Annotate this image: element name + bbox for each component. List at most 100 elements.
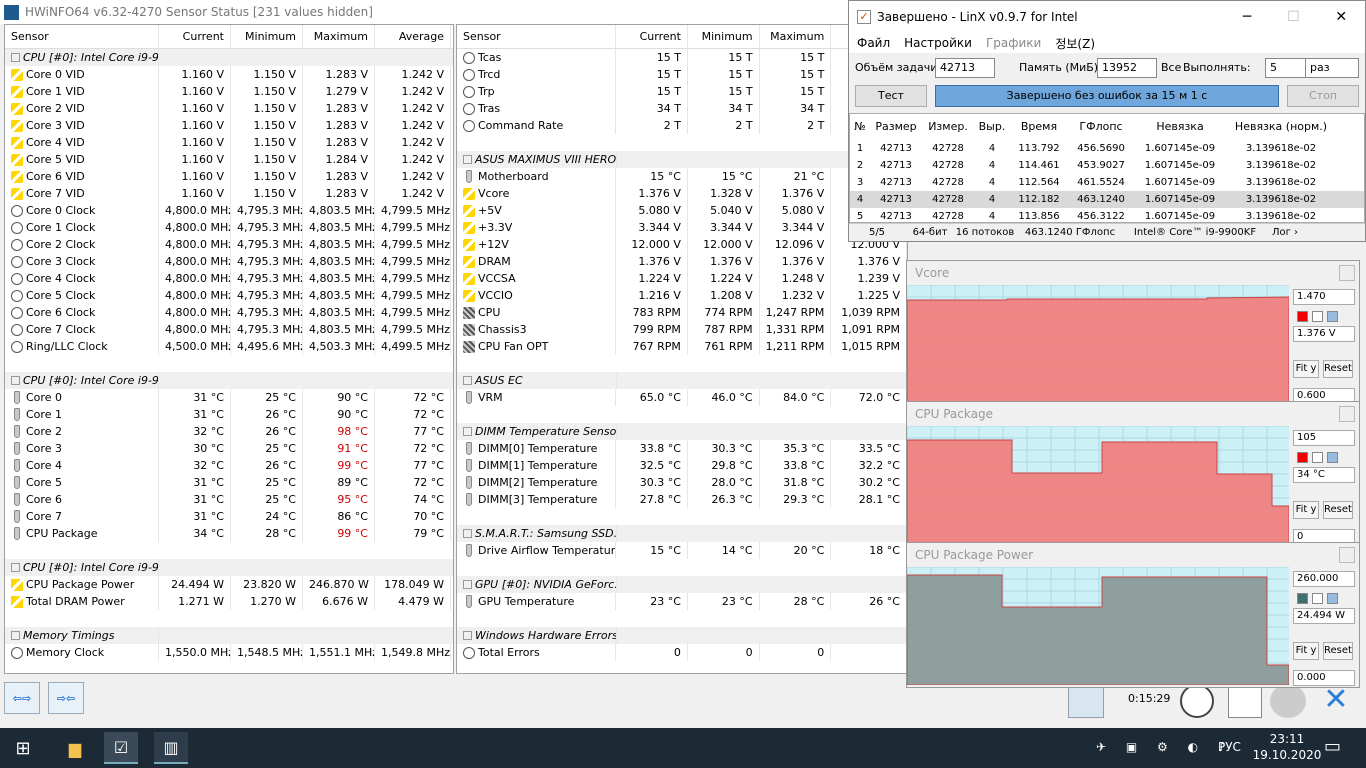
sensor-row[interactable]: +5V 5.080 V 5.040 V 5.080 V	[457, 202, 907, 219]
sensor-row[interactable]: Chassis3 799 RPM 787 RPM 1,331 RPM 1,091 RPM	[457, 321, 907, 338]
test-button[interactable]: Тест	[855, 85, 927, 107]
sensor-row[interactable]: DIMM[0] Temperature 33.8 °C 30.3 °C 35.3 °C…	[457, 440, 907, 457]
column-header-sensor[interactable]: Sensor	[457, 25, 617, 48]
menu-settings[interactable]: Настройки	[904, 36, 972, 50]
results-col-header[interactable]: Невязка (норм.)	[1226, 114, 1336, 140]
collapse-icon[interactable]	[11, 631, 20, 640]
color-swatch[interactable]	[1297, 593, 1308, 604]
graph-close-icon[interactable]	[1339, 406, 1355, 422]
column-header-sensor[interactable]: Sensor	[5, 25, 159, 48]
column-header-maximum[interactable]: Maximum	[760, 25, 832, 48]
reset-button[interactable]: Reset	[1323, 642, 1353, 660]
sensor-row[interactable]: CPU Package Power 24.494 W 23.820 W 246.870…	[5, 576, 453, 593]
sensor-row[interactable]: Core 3 Clock 4,800.0 MHz 4,795.3 MHz 4,803.…	[5, 253, 453, 270]
results-col-header[interactable]: №	[850, 114, 870, 140]
collapse-icon[interactable]	[463, 155, 472, 164]
clock-icon[interactable]	[1180, 684, 1214, 718]
linx-taskbar-icon[interactable]: ☑	[104, 732, 138, 764]
network-icon[interactable]	[1068, 684, 1104, 718]
sensor-row[interactable]: Vcore 1.376 V 1.328 V 1.376 V	[457, 185, 907, 202]
sensor-table-right[interactable]: SensorCurrentMinimumMaximumAverageTcas15…	[456, 24, 908, 674]
sensor-row[interactable]: Core 0 31 °C 25 °C 90 °C 72 °C	[5, 389, 453, 406]
all-memory-label[interactable]: Все	[1161, 61, 1181, 74]
sensor-row[interactable]: Core 5 VID 1.160 V 1.150 V 1.284 V 1.242 V	[5, 151, 453, 168]
sensor-row[interactable]: Core 1 31 °C 26 °C 90 °C 72 °C	[5, 406, 453, 423]
fit-y-button[interactable]: Fit y	[1293, 642, 1319, 660]
collapse-arrows-icon[interactable]: ⇨⇦	[48, 682, 84, 714]
tray-icons[interactable]: ✈ ▣ ⚙ ◐ ♪	[1096, 740, 1234, 754]
sensor-row[interactable]: Core 5 31 °C 25 °C 89 °C 72 °C	[5, 474, 453, 491]
sensor-row[interactable]: Tras 34 T 34 T 34 T	[457, 100, 907, 117]
column-header-minimum[interactable]: Minimum	[231, 25, 303, 48]
results-col-header[interactable]: Время	[1010, 114, 1068, 140]
sensor-row[interactable]: VRM 65.0 °C 46.0 °C 84.0 °C 72.0 °C	[457, 389, 907, 406]
sensor-group-header[interactable]: DIMM Temperature Sensor	[457, 423, 907, 440]
sensor-row[interactable]: DRAM 1.376 V 1.376 V 1.376 V 1.376 V	[457, 253, 907, 270]
reset-button[interactable]: Reset	[1323, 501, 1353, 519]
results-row[interactable]: 1 42713 42728 4 113.792 456.5690 1.607145e-09 3…	[850, 140, 1364, 157]
sensor-group-header[interactable]: ASUS EC	[457, 372, 907, 389]
column-header-current[interactable]: Current	[616, 25, 688, 48]
sensor-row[interactable]: Core 6 31 °C 25 °C 95 °C 74 °C	[5, 491, 453, 508]
minimize-icon[interactable]: ─	[1243, 9, 1251, 25]
expand-arrows-icon[interactable]: ⇦⇨	[4, 682, 40, 714]
close-icon[interactable]: ✕	[1318, 684, 1354, 718]
sensor-row[interactable]: Command Rate 2 T2 T2 T	[457, 117, 907, 134]
collapse-icon[interactable]	[463, 631, 472, 640]
sensor-group-header[interactable]: ASUS MAXIMUS VIII HERO...	[457, 151, 907, 168]
sensor-row[interactable]: Core 5 Clock 4,800.0 MHz 4,795.3 MHz 4,803.…	[5, 287, 453, 304]
results-col-header[interactable]: Выр.	[974, 114, 1010, 140]
results-table[interactable]: № Размер Измер. Выр. Время ГФлопс Невязка Невяз…	[849, 113, 1365, 223]
sensor-row[interactable]: Core 3 30 °C 25 °C 91 °C 72 °C	[5, 440, 453, 457]
clock-time[interactable]: 23:11	[1262, 732, 1312, 746]
fit-y-button[interactable]: Fit y	[1293, 501, 1319, 519]
sensor-row[interactable]: CPU Package 34 °C 28 °C 99 °C 79 °C	[5, 525, 453, 542]
results-row[interactable]: 4 42713 42728 4 112.182 463.1240 1.607145e-09 3…	[850, 191, 1364, 208]
collapse-icon[interactable]	[463, 580, 472, 589]
graph-min-value[interactable]: 0.000	[1293, 670, 1355, 686]
sensor-row[interactable]: +3.3V 3.344 V 3.344 V 3.344 V	[457, 219, 907, 236]
column-header-maximum[interactable]: Maximum	[303, 25, 375, 48]
results-col-header[interactable]: Размер	[870, 114, 922, 140]
sensor-row[interactable]: DIMM[2] Temperature 30.3 °C 28.0 °C 31.8 °C…	[457, 474, 907, 491]
sensor-row[interactable]: Trp 15 T 15 T 15 T	[457, 83, 907, 100]
column-header-average[interactable]: Average	[375, 25, 451, 48]
column-header-minimum[interactable]: Minimum	[688, 25, 760, 48]
color-swatch[interactable]	[1297, 311, 1308, 322]
hwinfo-taskbar-icon[interactable]: ▥	[154, 732, 188, 764]
sensor-row[interactable]: VCCSA 1.224 V 1.224 V 1.248 V 1.239 V	[457, 270, 907, 287]
sensor-row[interactable]: Core 4 Clock 4,800.0 MHz 4,795.3 MHz 4,803.…	[5, 270, 453, 287]
sensor-row[interactable]: Total DRAM Power 1.271 W 1.270 W 6.676 W 4.4…	[5, 593, 453, 610]
sensor-row[interactable]: Core 7 31 °C 24 °C 86 °C 70 °C	[5, 508, 453, 525]
clock-date[interactable]: 19.10.2020	[1250, 748, 1324, 762]
color-swatch[interactable]	[1312, 593, 1323, 604]
sensor-row[interactable]: DIMM[1] Temperature 32.5 °C 29.8 °C 33.8 °C…	[457, 457, 907, 474]
sensor-row[interactable]: Core 0 VID 1.160 V 1.150 V 1.283 V 1.242 V	[5, 66, 453, 83]
linx-titlebar[interactable]: ✓ Завершено - LinX v0.9.7 for Intel ─ ☐ …	[849, 1, 1365, 33]
sensor-group-header[interactable]: CPU [#0]: Intel Core i9-9...	[5, 372, 453, 389]
sensor-row[interactable]: GPU Temperature 23 °C 23 °C 28 °C 26 °C	[457, 593, 907, 610]
color-swatch[interactable]	[1327, 452, 1338, 463]
runs-unit-select[interactable]: раз	[1305, 58, 1359, 78]
sensor-group-header[interactable]: CPU [#0]: Intel Core i9-9...	[5, 559, 453, 576]
size-select[interactable]: 42713	[935, 58, 995, 78]
sensor-group-header[interactable]: S.M.A.R.T.: Samsung SSD...	[457, 525, 907, 542]
sensor-row[interactable]: Core 6 VID 1.160 V 1.150 V 1.283 V 1.242 V	[5, 168, 453, 185]
menu-graphs[interactable]: Графики	[986, 36, 1041, 50]
menu-file[interactable]: Файл	[857, 36, 890, 50]
sensor-row[interactable]: Core 2 32 °C 26 °C 98 °C 77 °C	[5, 423, 453, 440]
sensor-row[interactable]: Drive Airflow Temperature 15 °C 14 °C 20 °C…	[457, 542, 907, 559]
sensor-row[interactable]: Core 0 Clock 4,800.0 MHz 4,795.3 MHz 4,803.…	[5, 202, 453, 219]
sensor-row[interactable]: Memory Clock 1,550.0 MHz 1,548.5 MHz 1,551.…	[5, 644, 453, 661]
sensor-row[interactable]: Ring/LLC Clock 4,500.0 MHz 4,495.6 MHz 4,50…	[5, 338, 453, 355]
color-swatch[interactable]	[1327, 311, 1338, 322]
collapse-icon[interactable]	[463, 427, 472, 436]
sensor-group-header[interactable]: Memory Timings	[5, 627, 453, 644]
graph-max-value[interactable]: 1.470	[1293, 289, 1355, 305]
sensor-row[interactable]: Core 2 Clock 4,800.0 MHz 4,795.3 MHz 4,803.…	[5, 236, 453, 253]
color-swatch[interactable]	[1312, 311, 1323, 322]
memory-select[interactable]: 13952	[1097, 58, 1157, 78]
results-col-header[interactable]: ГФлопс	[1068, 114, 1134, 140]
maximize-icon[interactable]: ☐	[1287, 9, 1300, 25]
sensor-row[interactable]: DIMM[3] Temperature 27.8 °C 26.3 °C 29.3 °C…	[457, 491, 907, 508]
